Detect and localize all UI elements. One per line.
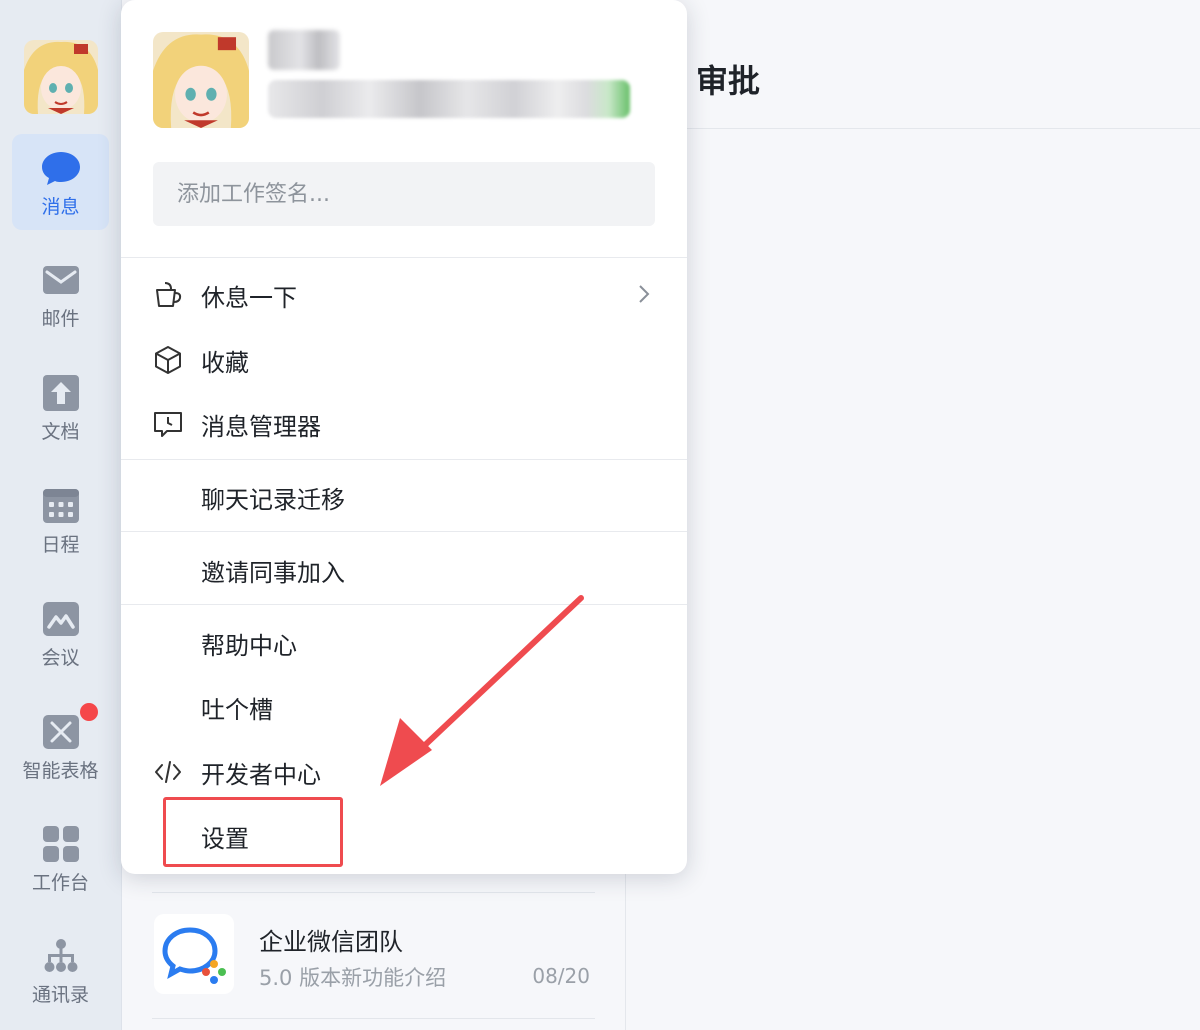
calendar-icon [42, 489, 79, 523]
menu-item-label: 聊天记录迁移 [201, 486, 345, 514]
coffee-cup-icon [156, 282, 182, 307]
main-header: 审批 [626, 0, 1200, 129]
code-icon [155, 761, 181, 783]
nav-label: 文档 [41, 421, 80, 443]
menu-item-label: 吐个槽 [201, 696, 273, 724]
nav-label: 邮件 [41, 308, 80, 330]
divider [152, 1018, 595, 1019]
nav-label: 日程 [41, 534, 80, 556]
nav-label: 会议 [41, 647, 80, 669]
nav-item-meeting[interactable]: 会议 [12, 585, 109, 681]
work-signature-input[interactable] [153, 162, 655, 226]
nav-label: 消息 [41, 196, 80, 218]
divider [121, 531, 687, 532]
nav-label: 通讯录 [31, 984, 89, 1006]
notification-badge [78, 701, 100, 723]
avatar-image [24, 40, 98, 114]
conversation-preview: 5.0 版本新功能介绍 [259, 966, 447, 990]
divider [121, 459, 687, 460]
conversation-title: 企业微信团队 [259, 928, 403, 956]
chevron-right-icon [639, 285, 650, 303]
nav-item-contacts[interactable]: 通讯录 [12, 922, 109, 1018]
nav-item-messages[interactable]: 消息 [12, 134, 109, 230]
menu-item-take-a-break[interactable]: 休息一下 [121, 265, 687, 323]
conversation-time: 08/20 [532, 964, 590, 988]
nav-item-mail[interactable]: 邮件 [12, 246, 109, 342]
wecom-logo-icon [162, 927, 226, 984]
menu-item-label: 开发者中心 [201, 761, 321, 789]
menu-item-label: 邀请同事加入 [201, 559, 345, 587]
user-avatar[interactable] [24, 40, 98, 114]
meeting-icon [42, 602, 79, 636]
wecom-team-avatar [154, 914, 234, 994]
message-manager-icon [154, 412, 182, 437]
document-icon [42, 375, 79, 411]
menu-item-label: 收藏 [201, 349, 249, 377]
menu-item-label: 帮助中心 [201, 632, 297, 660]
menu-item-label: 消息管理器 [201, 413, 321, 441]
nav-label: 工作台 [31, 872, 89, 894]
smart-sheet-icon [42, 715, 79, 749]
contacts-icon [44, 939, 77, 972]
left-navigation: 消息 邮件 文档 日程 会议 智能表格 工作台 通讯录 [0, 0, 122, 1030]
blurred-user-info [268, 80, 630, 118]
mail-icon [42, 266, 79, 294]
menu-item-message-manager[interactable]: 消息管理器 [121, 394, 687, 452]
workbench-icon [42, 826, 79, 862]
menu-item-label: 休息一下 [201, 284, 297, 312]
cube-icon [155, 346, 181, 374]
menu-item-favorites[interactable]: 收藏 [121, 330, 687, 388]
settings-highlight-box [163, 797, 343, 867]
list-item[interactable]: 企业微信团队 5.0 版本新功能介绍 08/20 [122, 892, 625, 1019]
nav-item-smart-sheet[interactable]: 智能表格 [12, 698, 109, 794]
divider [121, 257, 687, 258]
menu-item-chat-migration[interactable]: 聊天记录迁移 [121, 467, 687, 525]
nav-item-docs[interactable]: 文档 [12, 359, 109, 455]
profile-avatar[interactable] [153, 32, 249, 128]
nav-item-calendar[interactable]: 日程 [12, 472, 109, 568]
page-title: 审批 [696, 62, 761, 100]
chat-icon [41, 152, 80, 185]
annotation-arrow-icon [380, 595, 584, 786]
blurred-user-name [268, 30, 340, 70]
main-panel: 审批 [626, 0, 1200, 1030]
divider [152, 892, 595, 893]
nav-label: 智能表格 [22, 760, 99, 782]
avatar-image [153, 32, 249, 128]
nav-item-workbench[interactable]: 工作台 [12, 810, 109, 906]
